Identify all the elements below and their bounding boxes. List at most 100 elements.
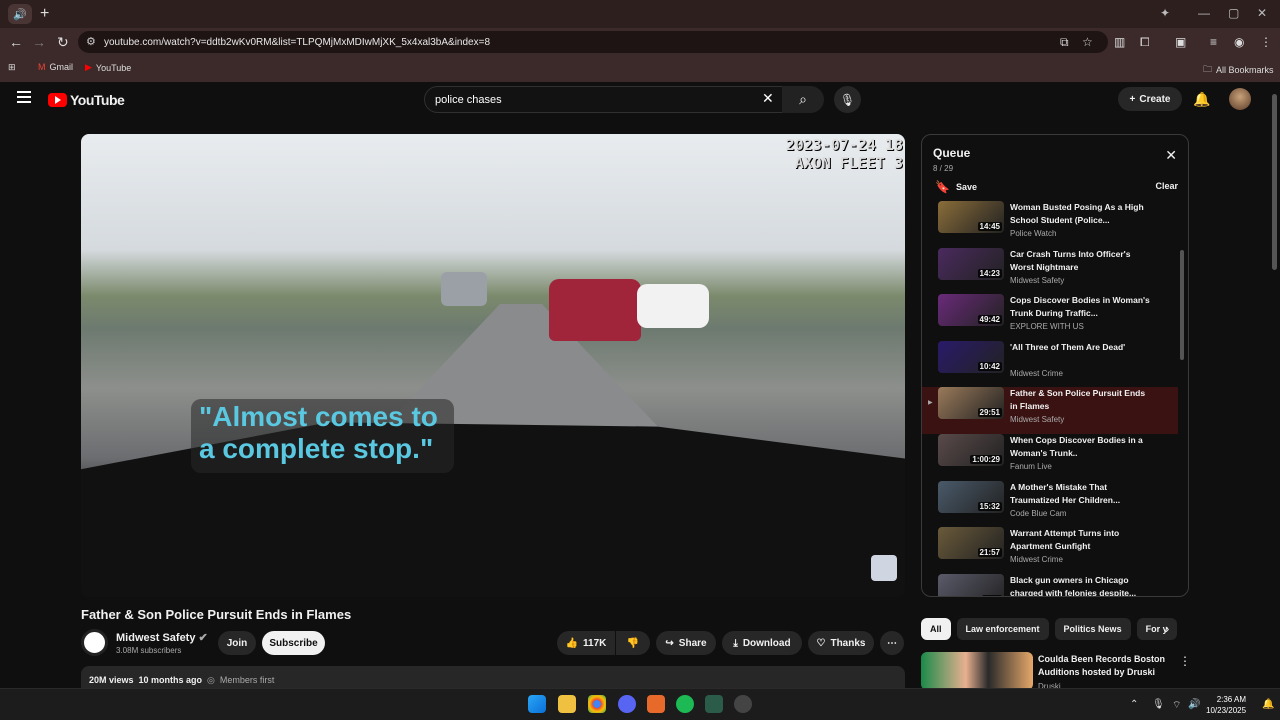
queue-item[interactable]: 49:42 Cops Discover Bodies in Woman's Tr…: [922, 294, 1178, 341]
sparkle-icon[interactable]: ✦: [1160, 6, 1170, 20]
join-button[interactable]: Join: [218, 631, 256, 655]
steam-icon[interactable]: [734, 695, 752, 713]
save-queue-button[interactable]: 🔖 Save: [935, 180, 977, 194]
youtube-logo[interactable]: YouTube: [48, 92, 125, 108]
account-avatar[interactable]: [1229, 88, 1251, 110]
search-button[interactable]: ⌕: [782, 86, 824, 113]
wifi-icon[interactable]: ⌔: [1172, 699, 1181, 712]
more-actions-button[interactable]: ⋯: [880, 631, 904, 655]
queue-item[interactable]: ▶ 29:51 Father & Son Police Pursuit Ends…: [922, 387, 1178, 434]
bookmark-icon: 🔖: [935, 180, 950, 194]
reload-icon[interactable]: ↻: [57, 34, 69, 51]
system-clock[interactable]: 2:36 AM 10/23/2025: [1206, 694, 1246, 716]
recommendation-thumbnail[interactable]: [921, 652, 1033, 690]
forward-icon[interactable]: →: [32, 34, 46, 50]
queue-item[interactable]: 14:45 Woman Busted Posing As a High Scho…: [922, 201, 1178, 248]
queue-thumbnail[interactable]: 15:32: [938, 480, 1004, 513]
close-window-icon[interactable]: ✕: [1257, 6, 1267, 20]
video-player[interactable]: 2023-07-24 18 AXON FLEET 3 "Almost comes…: [81, 134, 905, 597]
folder-icon: 🗀: [1203, 64, 1213, 74]
chip[interactable]: All: [921, 618, 951, 640]
share-button[interactable]: ↪ Share: [656, 631, 716, 655]
queue-item-channel: Midwest Crime: [1010, 368, 1063, 378]
bookmark-gmail[interactable]: M Gmail: [38, 62, 73, 72]
maximize-icon[interactable]: ▢: [1228, 6, 1239, 20]
search-input[interactable]: police chases: [424, 86, 784, 113]
queue-thumbnail[interactable]: 9:16: [938, 573, 1004, 596]
duration-badge: 10:42: [977, 361, 1002, 371]
download-button[interactable]: ⤓ Download: [722, 631, 802, 655]
queue-item-channel: Midwest Safety: [1010, 275, 1065, 285]
queue-thumbnail[interactable]: 14:45: [938, 201, 1004, 233]
queue-count: 8 / 29: [933, 164, 954, 173]
queue-item[interactable]: 1:00:29 When Cops Discover Bodies in a W…: [922, 433, 1178, 481]
voice-search-button[interactable]: 🎙: [834, 86, 861, 113]
now-playing-icon: ▶: [928, 400, 933, 407]
extension-bars-icon[interactable]: ▥: [1114, 35, 1125, 49]
queue-item[interactable]: 9:16 Black gun owners in Chicago charged…: [922, 573, 1178, 596]
create-button[interactable]: + Create: [1118, 87, 1182, 111]
like-button[interactable]: 👍 117K: [557, 631, 615, 655]
recommendation-title[interactable]: Coulda Been Records Boston Auditions hos…: [1038, 653, 1168, 679]
kebab-menu-icon[interactable]: ⋮: [1260, 35, 1272, 49]
volume-icon[interactable]: 🔊: [1188, 699, 1200, 710]
discord-icon[interactable]: [618, 695, 636, 713]
chevron-right-icon[interactable]: ›: [1165, 621, 1169, 636]
minimize-icon[interactable]: —: [1198, 6, 1210, 20]
thanks-button[interactable]: ♡ Thanks: [808, 631, 874, 655]
queue-scrollbar[interactable]: [1180, 250, 1184, 360]
queue-item[interactable]: 14:23 Car Crash Turns Into Officer's Wor…: [922, 247, 1178, 295]
queue-item[interactable]: 10:42 'All Three of Them Are Dead' Midwe…: [922, 340, 1178, 388]
hamburger-menu-icon[interactable]: [17, 91, 31, 103]
chevron-up-icon[interactable]: ⌃: [1130, 699, 1138, 710]
side-panel-icon[interactable]: ▣: [1175, 35, 1186, 49]
apps-grid-icon[interactable]: ⊞: [8, 62, 16, 73]
extensions-icon[interactable]: ⧠: [1140, 35, 1150, 50]
all-bookmarks[interactable]: 🗀 All Bookmarks: [1203, 62, 1274, 78]
active-tab[interactable]: 🔊: [8, 4, 32, 24]
site-info-icon[interactable]: ⚙: [86, 35, 96, 48]
microphone-icon[interactable]: 🎙: [1152, 699, 1165, 710]
queue-thumbnail[interactable]: 1:00:29: [938, 433, 1004, 466]
channel-name[interactable]: Midwest Safety ✔: [116, 631, 208, 644]
reading-list-icon[interactable]: ≡: [1210, 35, 1217, 49]
install-icon[interactable]: ⧉: [1060, 35, 1069, 50]
queue-item[interactable]: 21:57 Warrant Attempt Turns into Apartme…: [922, 527, 1178, 574]
notifications-bell-icon[interactable]: 🔔: [1193, 91, 1210, 108]
start-icon[interactable]: [528, 695, 546, 713]
queue-item-title: Cops Discover Bodies in Woman's Trunk Du…: [1010, 295, 1150, 319]
notification-icon[interactable]: 🔔: [1262, 699, 1274, 710]
channel-avatar[interactable]: [81, 629, 108, 656]
star-icon[interactable]: ☆: [1082, 35, 1093, 49]
back-icon[interactable]: ←: [9, 34, 23, 50]
queue-thumbnail[interactable]: 29:51: [938, 387, 1004, 420]
profile-icon[interactable]: ◉: [1234, 35, 1244, 49]
file-explorer-icon[interactable]: [558, 695, 576, 713]
chrome-icon[interactable]: [588, 695, 606, 713]
bookmark-youtube[interactable]: ▶ YouTube: [85, 62, 131, 73]
clear-search-icon[interactable]: ✕: [762, 90, 774, 107]
duration-badge: 14:45: [977, 222, 1002, 231]
subscribe-button[interactable]: Subscribe: [262, 631, 325, 655]
chip[interactable]: For y: [1136, 618, 1177, 640]
queue-thumbnail[interactable]: 14:23: [938, 247, 1004, 280]
excel-icon[interactable]: [705, 695, 723, 713]
queue-item-channel: EXPLORE WITH US: [1010, 322, 1084, 332]
chip[interactable]: Politics News: [1054, 618, 1131, 640]
video-title: Father & Son Police Pursuit Ends in Flam…: [81, 607, 352, 622]
spotify-icon[interactable]: [676, 695, 694, 713]
more-vert-icon[interactable]: ⋮: [1179, 654, 1191, 668]
new-tab-icon[interactable]: +: [40, 5, 49, 23]
address-bar[interactable]: ⚙ youtube.com/watch?v=ddtb2wKv0RM&list=T…: [78, 31, 1108, 53]
app-icon[interactable]: [647, 695, 665, 713]
speaker-icon: 🔊: [13, 8, 27, 21]
queue-thumbnail[interactable]: 49:42: [938, 294, 1004, 327]
page-scrollbar[interactable]: [1272, 94, 1277, 270]
queue-item[interactable]: 15:32 A Mother's Mistake That Traumatize…: [922, 480, 1178, 528]
dislike-button[interactable]: 👎: [616, 631, 650, 655]
clear-queue-button[interactable]: Clear: [1155, 181, 1178, 191]
queue-thumbnail[interactable]: 21:57: [938, 527, 1004, 560]
chip[interactable]: Law enforcement: [956, 618, 1049, 640]
queue-thumbnail[interactable]: 10:42: [938, 340, 1004, 373]
close-queue-icon[interactable]: ✕: [1165, 147, 1177, 164]
